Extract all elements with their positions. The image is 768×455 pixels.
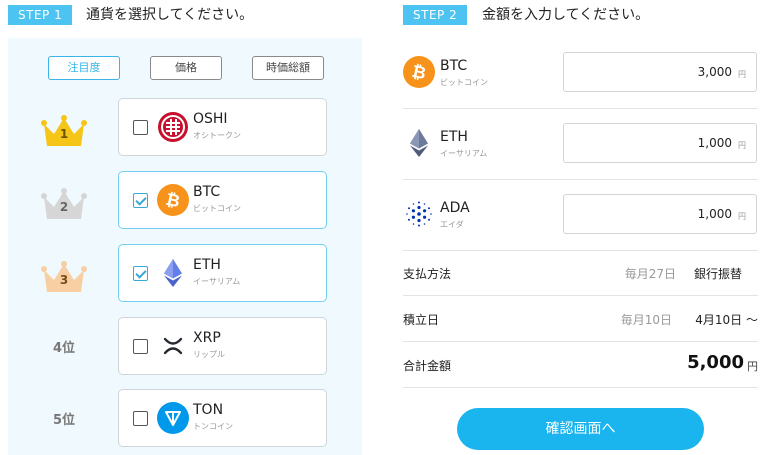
coin-name: イーサリアム: [193, 277, 241, 286]
rank-2: 2: [32, 184, 96, 224]
coin-checkbox[interactable]: [133, 339, 148, 354]
confirm-button[interactable]: 確認画面へ: [457, 408, 704, 450]
oshi-icon: [158, 112, 188, 142]
step1-badge: STEP 1: [8, 5, 73, 25]
coin-name: イーサリアム: [440, 149, 488, 158]
xrp-icon: [163, 337, 183, 355]
amount-input-eth[interactable]: 1,000 円: [563, 123, 757, 163]
accumulation-date-row: 積立日 毎月10日 4月10日 〜: [403, 296, 758, 342]
coin-symbol: TON: [193, 402, 224, 418]
rank-4: 4位: [32, 326, 96, 366]
payment-method-value[interactable]: 銀行振替: [694, 265, 742, 282]
bitcoin-icon: ₿: [403, 56, 435, 88]
total-amount-row: 合計金額 5,000 円: [403, 342, 758, 388]
amount-value: 3,000: [697, 65, 732, 79]
coin-card-xrp[interactable]: XRP リップル: [118, 317, 327, 375]
accumulation-day: 毎月10日: [620, 313, 672, 327]
sort-attention-button[interactable]: 注目度: [48, 56, 120, 80]
rank-3: 3: [32, 257, 96, 297]
amount-panel: ₿ BTC ビットコイン 3,000 円 ETH イーサリアム 1,000 円: [403, 38, 758, 455]
coin-checkbox[interactable]: [133, 266, 148, 281]
amount-input-ada[interactable]: 1,000 円: [563, 194, 757, 234]
coin-symbol: ETH: [193, 257, 221, 273]
rank-number: 1: [59, 127, 69, 141]
rank-number: 3: [59, 273, 69, 287]
step2-badge: STEP 2: [403, 5, 468, 25]
amount-value: 1,000: [697, 207, 732, 221]
sort-price-button[interactable]: 価格: [150, 56, 222, 80]
toncoin-icon: [157, 402, 189, 434]
coin-symbol: OSHI: [193, 111, 228, 127]
accumulation-date-label: 積立日: [403, 313, 440, 327]
rank-5: 5位: [32, 398, 96, 438]
payment-date: 毎月27日: [624, 267, 676, 281]
coin-card-ton[interactable]: TON トンコイン: [118, 389, 327, 447]
rank-1: 1: [32, 111, 96, 151]
cardano-icon: [406, 201, 432, 227]
ethereum-icon: [410, 129, 428, 157]
coin-name: ビットコイン: [193, 204, 241, 213]
payment-method-row: 支払方法 毎月27日 銀行振替: [403, 250, 758, 296]
rank-label: 4位: [52, 340, 76, 356]
amount-row-btc: ₿ BTC ビットコイン 3,000 円: [403, 38, 758, 109]
ethereum-icon: [164, 259, 182, 287]
amount-input-btc[interactable]: 3,000 円: [563, 52, 757, 92]
rank-number: 2: [59, 200, 69, 214]
coin-card-oshi[interactable]: OSHI オシトークン: [118, 98, 327, 156]
coin-checkbox[interactable]: [133, 411, 148, 426]
coin-symbol: ADA: [440, 200, 470, 216]
payment-method-label: 支払方法: [403, 267, 452, 281]
coin-card-eth[interactable]: ETH イーサリアム: [118, 244, 327, 302]
coin-card-btc[interactable]: ₿ BTC ビットコイン: [118, 171, 327, 229]
coin-name: ビットコイン: [440, 78, 488, 87]
coin-name: トンコイン: [193, 422, 233, 431]
coin-symbol: ETH: [440, 129, 468, 145]
step1-title: 通貨を選択してください。: [86, 7, 254, 23]
coin-symbol: XRP: [193, 330, 221, 346]
coin-name: オシトークン: [193, 131, 241, 140]
coin-selection-panel: 注目度 価格 時価総額 1 2 3 4位 5位 OSHI オシトークン ₿ BT…: [8, 38, 362, 455]
total-amount-unit: 円: [747, 360, 758, 373]
amount-value: 1,000: [697, 136, 732, 150]
coin-checkbox[interactable]: [133, 120, 148, 135]
accumulation-start-value[interactable]: 4月10日 〜: [695, 311, 758, 328]
step2-title: 金額を入力してください。: [482, 7, 650, 23]
rank-label: 5位: [52, 412, 76, 428]
amount-unit: 円: [738, 212, 746, 221]
sort-market-cap-button[interactable]: 時価総額: [252, 56, 324, 80]
coin-checkbox[interactable]: [133, 193, 148, 208]
coin-symbol: BTC: [440, 58, 468, 74]
total-amount-value: 5,000: [687, 352, 744, 373]
total-amount-label: 合計金額: [403, 359, 452, 373]
gold-crown-icon: 1: [41, 114, 87, 148]
silver-crown-icon: 2: [41, 187, 87, 221]
amount-row-ada: ADA エイダ 1,000 円: [403, 180, 758, 251]
coin-symbol: BTC: [193, 184, 221, 200]
coin-name: リップル: [193, 350, 225, 359]
amount-unit: 円: [738, 70, 746, 79]
bronze-crown-icon: 3: [41, 260, 87, 294]
bitcoin-icon: ₿: [157, 184, 189, 216]
amount-unit: 円: [738, 141, 746, 150]
coin-name: エイダ: [440, 220, 464, 229]
amount-row-eth: ETH イーサリアム 1,000 円: [403, 109, 758, 180]
